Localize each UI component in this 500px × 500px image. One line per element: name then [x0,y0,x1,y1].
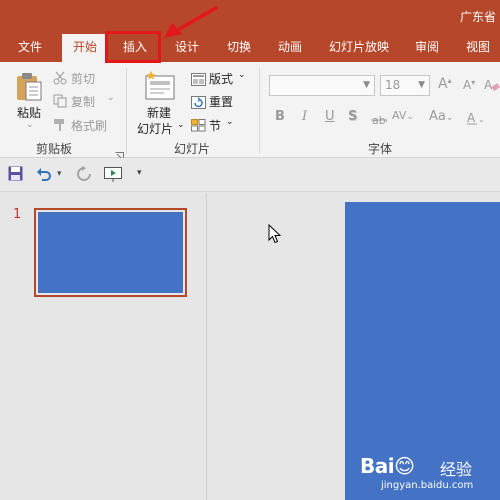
font-size-value: 18 [385,78,401,92]
window-title: 广东省 [459,10,496,24]
watermark-brand: 经验 [440,460,473,479]
reset-icon [191,94,206,113]
paste-button[interactable]: 粘贴 [17,104,41,121]
tab-transitions[interactable]: 切换 [216,34,262,62]
new-slide-label-1[interactable]: 新建 [147,104,171,121]
font-name-combo[interactable]: ▼ [269,75,375,96]
decrease-font-size-button[interactable]: A▾ [463,78,475,92]
change-case-button[interactable]: Aa⌄ [429,109,453,124]
undo-chevron-down-icon[interactable]: ▾ [57,169,62,179]
ribbon-separator [259,68,260,154]
tab-animations[interactable]: 动画 [267,34,313,62]
svg-text:A: A [467,111,476,125]
decrease-arrow-icon: ▾ [471,78,476,87]
ribbon-separator [126,68,127,154]
new-slide-icon[interactable] [143,70,177,106]
char-spacing-button[interactable]: AV⌄ [392,109,414,122]
save-icon[interactable] [8,166,23,185]
increase-font-size-label: A [438,76,448,92]
layout-button[interactable]: 版式 [209,70,233,87]
cut-button[interactable]: 剪切 [71,70,95,87]
format-painter-icon [53,117,67,136]
section-icon [191,117,206,136]
font-group-label: 字体 [368,142,393,156]
font-size-combo[interactable]: 18 ▼ [380,75,430,96]
bold-button[interactable]: B [275,109,285,124]
copy-chevron-down-icon[interactable]: ⌄ [107,93,115,103]
reset-button[interactable]: 重置 [209,93,233,110]
scissors-icon [53,70,67,89]
slide-editor [208,193,500,500]
svg-text:⌄: ⌄ [478,115,484,124]
ribbon: 粘贴 ⌄ 剪切 复制 ⌄ 格式刷 剪贴板 新建 幻灯片 ⌄ 版式 ⌄ 重置 节 … [0,62,500,161]
watermark-url: jingyan.baidu.com [381,480,474,491]
annotation-arrow-icon [160,4,220,48]
char-spacing-label: AV [392,109,407,122]
font-color-icon[interactable]: A ⌄ [466,111,485,130]
clipboard-group-label: 剪贴板 [36,142,73,156]
change-case-chevron-down-icon: ⌄ [445,113,454,123]
layout-icon [191,71,206,90]
tab-view[interactable]: 视图 [456,34,500,62]
decrease-font-size-label: A [463,78,472,92]
tab-file[interactable]: 文件 [6,34,54,62]
layout-chevron-down-icon[interactable]: ⌄ [238,70,246,80]
slide-number: 1 [13,207,22,222]
font-size-chevron-down-icon[interactable]: ▼ [418,76,425,95]
section-button[interactable]: 节 [209,117,221,134]
format-painter-button[interactable]: 格式刷 [71,117,107,134]
tab-home[interactable]: 开始 [62,34,108,62]
strikethrough-icon[interactable]: abc [371,112,392,131]
paste-chevron-down-icon[interactable]: ⌄ [26,120,34,130]
watermark-logo: Bai😊 [360,454,415,478]
clear-formatting-icon[interactable]: A [484,77,500,96]
paste-icon[interactable] [15,70,43,106]
customize-toolbar-icon[interactable]: ▾ [137,168,142,178]
slides-group-label: 幻灯片 [174,142,211,156]
insert-tab-highlight-box [105,31,161,63]
change-case-label: Aa [429,109,446,124]
tab-review[interactable]: 审阅 [404,34,450,62]
new-slide-chevron-down-icon[interactable]: ⌄ [177,120,185,130]
italic-button[interactable]: I [302,109,307,124]
quick-access-toolbar: ▾ ▾ [0,158,500,192]
copy-button[interactable]: 复制 [71,93,95,110]
shadow-button[interactable]: S [348,109,357,124]
copy-icon [53,93,67,112]
underline-button[interactable]: U [325,109,335,124]
tab-slideshow[interactable]: 幻灯片放映 [322,34,396,62]
slide-thumbnail-pane: 1 [0,193,207,500]
char-spacing-chevron-down-icon: ⌄ [406,112,414,122]
font-name-chevron-down-icon[interactable]: ▼ [363,76,370,95]
svg-text:A: A [484,78,493,92]
ribbon-tabs: 文件 开始 插入 设计 切换 动画 幻灯片放映 审阅 视图 [0,34,500,62]
section-chevron-down-icon[interactable]: ⌄ [226,117,234,127]
mouse-cursor-icon [268,223,282,248]
start-slideshow-icon[interactable] [104,166,122,186]
title-bar: 广东省 [0,0,500,34]
new-slide-label-2[interactable]: 幻灯片 [137,120,173,137]
undo-icon[interactable] [36,166,52,186]
increase-font-size-button[interactable]: A▴ [438,76,452,92]
increase-arrow-icon: ▴ [447,76,452,85]
slide-thumbnail[interactable] [34,208,187,297]
redo-icon[interactable] [76,166,92,186]
slide-thumbnail-preview [38,212,183,293]
